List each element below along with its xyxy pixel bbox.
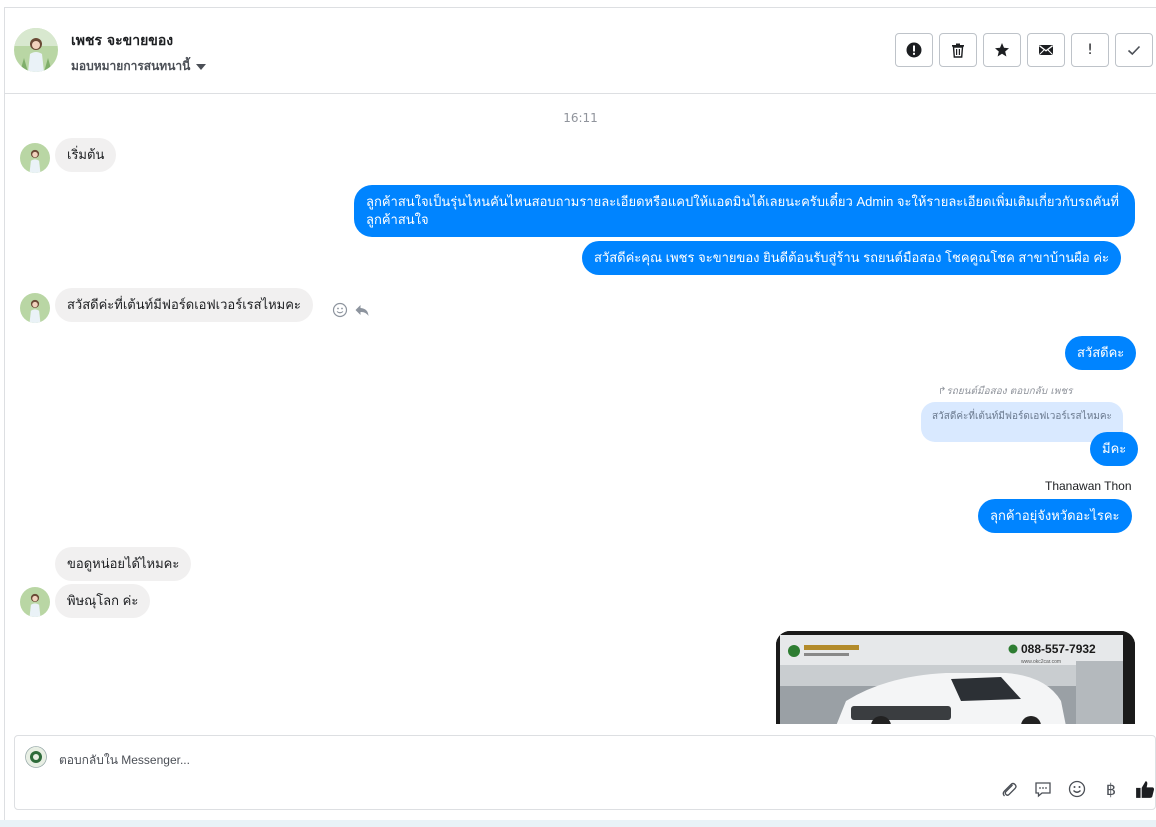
- thumbs-up-icon: [1136, 781, 1155, 798]
- caret-down-icon: [196, 63, 207, 70]
- emoji-reaction-icon[interactable]: [332, 302, 348, 318]
- conversation-toolbar: !: [895, 33, 1153, 67]
- contact-avatar-small[interactable]: [20, 143, 50, 173]
- delete-button[interactable]: [939, 33, 977, 67]
- exclamation-icon: !: [1087, 42, 1093, 58]
- contact-avatar[interactable]: [14, 28, 58, 72]
- message-bubble-outgoing[interactable]: ลุกค้าอยุ่จังหวัดอะไรคะ: [978, 499, 1132, 533]
- photo-phone-number: 088-557-7932: [1021, 642, 1096, 656]
- message-bubble-incoming[interactable]: พิษณุโลก ค่ะ: [55, 584, 151, 618]
- messenger-inbox-window: เพชร จะขายของ มอบหมายการสนทนานี้ ! 16:11…: [0, 0, 1156, 827]
- image-attachment[interactable]: 088-557-7932 www.okc2car.com: [776, 631, 1135, 724]
- trash-icon: [952, 43, 964, 58]
- star-icon: [995, 43, 1009, 57]
- reply-icon[interactable]: [354, 302, 370, 318]
- follow-up-button[interactable]: !: [1071, 33, 1109, 67]
- attach-button[interactable]: [999, 779, 1019, 799]
- contact-avatar-small[interactable]: [20, 587, 50, 617]
- mark-unread-button[interactable]: [1027, 33, 1065, 67]
- like-button[interactable]: [1135, 779, 1155, 799]
- emoji-icon: [1068, 780, 1086, 798]
- message-bubble-outgoing[interactable]: ลูกค้าสนใจเป็นรุ่นไหนคันไหนสอบถามรายละเอ…: [354, 185, 1135, 237]
- message-actions: [332, 302, 370, 318]
- message-bubble-incoming[interactable]: สวัสดีค่ะที่เต้นท์มีฟอร์ดเอฟเวอร์เรสไหมค…: [55, 288, 313, 322]
- mail-icon: [1039, 45, 1053, 55]
- payment-button[interactable]: ฿: [1101, 779, 1121, 799]
- conversation-header: เพชร จะขายของ มอบหมายการสนทนานี้ !: [5, 8, 1156, 94]
- attach-icon: [1002, 782, 1017, 797]
- message-bubble-incoming[interactable]: ขอดูหน่อยได้ไหมคะ: [55, 547, 192, 581]
- alert-icon: [906, 42, 922, 58]
- mark-spam-button[interactable]: [895, 33, 933, 67]
- reply-input[interactable]: ตอบกลับใน Messenger...: [59, 751, 190, 770]
- baht-icon: ฿: [1105, 779, 1117, 799]
- sender-name: Thanawan Thon: [1045, 479, 1132, 493]
- photo-website: www.okc2car.com: [1021, 659, 1061, 665]
- page-avatar: [25, 746, 47, 768]
- assign-label: มอบหมายการสนทนานี้: [71, 59, 191, 73]
- bottom-strip: [0, 820, 1156, 827]
- reply-meta: ↱รถยนต์มือสอง ตอบกลับ เพชร: [938, 386, 1073, 397]
- emoji-button[interactable]: [1067, 779, 1087, 799]
- reply-composer[interactable]: ตอบกลับใน Messenger... ฿: [14, 735, 1156, 810]
- message-bubble-outgoing[interactable]: สวัสดีคะ: [1065, 336, 1137, 370]
- assign-conversation-dropdown[interactable]: มอบหมายการสนทนานี้: [71, 57, 207, 76]
- message-bubble-outgoing[interactable]: สวัสดีค่ะคุณ เพชร จะขายของ ยินดีต้อนรับส…: [582, 241, 1122, 275]
- message-bubble-outgoing[interactable]: มีคะ: [1090, 432, 1139, 466]
- car-photo: 088-557-7932 www.okc2car.com: [776, 631, 1135, 724]
- star-button[interactable]: [983, 33, 1021, 67]
- composer-tools: ฿: [999, 779, 1155, 799]
- contact-avatar-small[interactable]: [20, 293, 50, 323]
- message-bubble-incoming[interactable]: เริ่มต้น: [55, 138, 117, 172]
- message-timestamp: 16:11: [563, 111, 598, 125]
- message-stream[interactable]: 16:11 เริ่มต้น ลูกค้าสนใจเป็นรุ่นไหนคันไ…: [5, 95, 1156, 724]
- check-icon: [1127, 45, 1141, 56]
- mark-done-button[interactable]: [1115, 33, 1153, 67]
- quoted-message[interactable]: สวัสดีค่ะที่เต้นท์มีฟอร์ดเอฟเวอร์เรสไหมค…: [921, 402, 1123, 442]
- saved-reply-button[interactable]: [1033, 779, 1053, 799]
- saved-reply-icon: [1035, 782, 1051, 798]
- contact-name[interactable]: เพชร จะขายของ: [71, 30, 173, 52]
